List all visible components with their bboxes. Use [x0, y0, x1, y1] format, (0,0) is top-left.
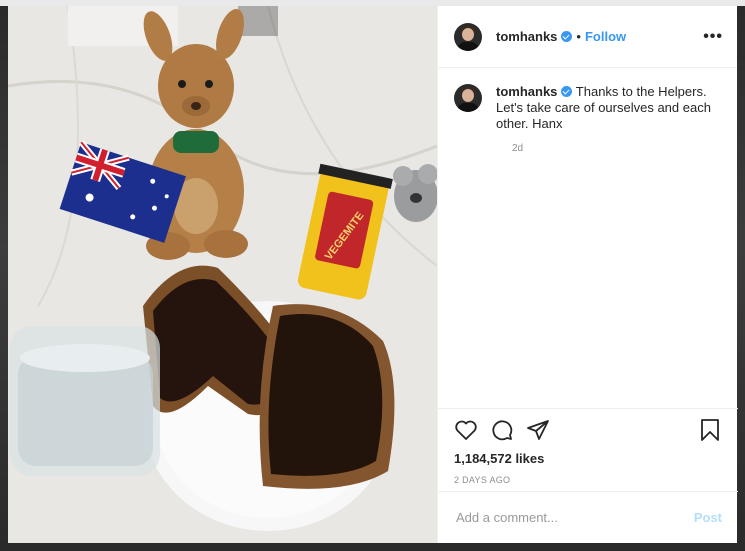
post-comment-button[interactable]: Post — [694, 510, 722, 525]
verified-icon — [561, 86, 573, 97]
post-photo[interactable]: VEGEMITE — [8, 6, 437, 543]
likes-count[interactable]: 1,184,572 likes — [438, 451, 738, 466]
share-icon[interactable] — [526, 418, 550, 442]
post-side-panel: tomhanks • Follow ••• tomhanks Thanks to… — [437, 6, 738, 543]
heart-icon[interactable] — [454, 418, 478, 442]
avatar[interactable] — [454, 22, 482, 51]
username-link[interactable]: tomhanks — [496, 29, 557, 44]
more-options-icon[interactable]: ••• — [703, 28, 723, 46]
water-glass — [10, 326, 160, 476]
comment-icon[interactable] — [490, 418, 514, 442]
bookmark-icon[interactable] — [698, 418, 722, 442]
caption-username[interactable]: tomhanks — [496, 84, 557, 99]
follow-button[interactable]: Follow — [585, 29, 626, 44]
caption-text: tomhanks Thanks to the Helpers. Let's ta… — [496, 84, 722, 132]
separator-dot: • — [576, 29, 581, 44]
comment-input[interactable] — [454, 509, 694, 526]
post-timestamp[interactable]: 2 DAYS AGO — [438, 475, 738, 485]
comments-section: tomhanks Thanks to the Helpers. Let's ta… — [438, 68, 738, 408]
post-header: tomhanks • Follow ••• — [438, 6, 737, 68]
verified-icon — [561, 31, 573, 42]
photo-illustration: VEGEMITE — [8, 6, 437, 543]
post-dialog: VEGEMITE tomhanks • Follow ••• tomhanks … — [8, 6, 738, 543]
caption-age[interactable]: 2d — [512, 143, 724, 154]
action-icons — [438, 409, 738, 451]
caption-row: tomhanks Thanks to the Helpers. Let's ta… — [454, 84, 724, 132]
koala-toy — [393, 164, 437, 222]
add-comment-bar: Post — [438, 491, 738, 543]
avatar[interactable] — [454, 84, 482, 112]
